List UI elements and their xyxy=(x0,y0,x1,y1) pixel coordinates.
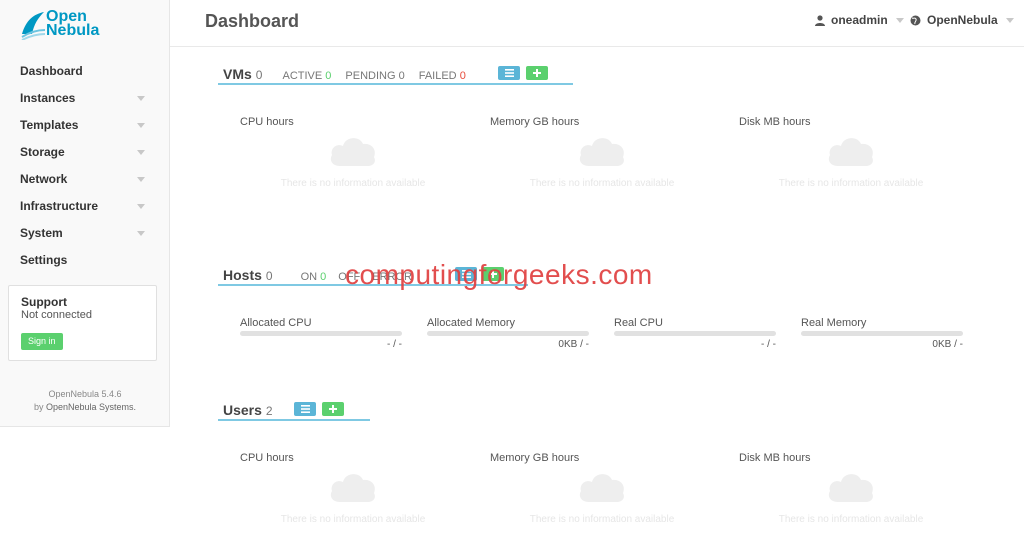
chevron-down-icon xyxy=(137,150,145,155)
users-add-button[interactable] xyxy=(322,402,344,416)
sidebar-item-dashboard[interactable]: Dashboard xyxy=(0,58,170,85)
vms-disk-hours-label: Disk MB hours xyxy=(739,116,811,128)
cloud-icon xyxy=(828,474,873,502)
vms-disk-hours-empty: There is no information available xyxy=(778,178,924,189)
chevron-down-icon xyxy=(137,231,145,236)
users-cpu-hours-label: CPU hours xyxy=(240,452,294,464)
user-icon xyxy=(815,14,825,26)
users-cpu-hours-empty: There is no information available xyxy=(280,514,426,525)
plus-icon xyxy=(533,69,541,77)
support-title: Support xyxy=(21,295,67,309)
real-memory-value: 0KB / - xyxy=(932,339,963,350)
sidebar-item-settings[interactable]: Settings xyxy=(0,247,170,274)
vms-failed-stat[interactable]: FAILED 0 xyxy=(419,70,466,82)
allocated-memory-value: 0KB / - xyxy=(558,339,589,350)
allocated-memory-bar xyxy=(427,331,589,336)
vms-cpu-hours-label: CPU hours xyxy=(240,116,294,128)
allocated-cpu-bar xyxy=(240,331,402,336)
users-disk-hours-empty: There is no information available xyxy=(778,514,924,525)
hosts-on-stat[interactable]: ON 0 xyxy=(301,271,327,283)
vms-header: VMs 0 ACTIVE 0 PENDING 0 FAILED 0 xyxy=(223,66,466,82)
opennebula-systems-link[interactable]: OpenNebula Systems. xyxy=(46,402,136,412)
sidebar-item-system[interactable]: System xyxy=(0,220,170,247)
page-title: Dashboard xyxy=(205,11,300,31)
vms-cpu-hours-empty: There is no information available xyxy=(280,178,426,189)
cloud-icon xyxy=(579,138,624,166)
users-header: Users 2 xyxy=(223,402,273,418)
list-icon xyxy=(300,405,310,413)
watermark-text: computingforgeeks.com xyxy=(345,259,653,290)
nebula-logo-icon xyxy=(21,12,46,40)
cloud-icon xyxy=(828,138,873,166)
real-memory-label: Real Memory xyxy=(801,317,867,329)
chevron-down-icon xyxy=(137,96,145,101)
allocated-cpu-value: - / - xyxy=(387,339,402,350)
chevron-down-icon xyxy=(137,204,145,209)
vms-count: 0 xyxy=(255,68,263,82)
sidebar-item-infrastructure[interactable]: Infrastructure xyxy=(0,193,170,220)
version-info: OpenNebula 5.4.6 by OpenNebula Systems. xyxy=(33,389,137,412)
vms-memory-hours-label: Memory GB hours xyxy=(490,116,580,128)
vms-memory-hours-empty: There is no information available xyxy=(529,178,675,189)
real-cpu-bar xyxy=(614,331,776,336)
list-icon xyxy=(504,69,514,77)
user-menu[interactable]: oneadmin xyxy=(815,13,904,27)
vms-pending-stat[interactable]: PENDING 0 xyxy=(345,70,404,82)
allocated-memory-label: Allocated Memory xyxy=(427,317,516,329)
cloud-icon xyxy=(330,474,375,502)
users-disk-hours-label: Disk MB hours xyxy=(739,452,811,464)
sidebar-item-instances[interactable]: Instances xyxy=(0,85,170,112)
real-memory-bar xyxy=(801,331,963,336)
sidebar-item-templates[interactable]: Templates xyxy=(0,112,170,139)
sidebar: Open Nebula Dashboard Instances Template… xyxy=(0,0,170,427)
zone-menu[interactable]: OpenNebula xyxy=(910,13,1014,27)
vms-active-stat[interactable]: ACTIVE 0 xyxy=(282,70,331,82)
vms-add-button[interactable] xyxy=(526,66,548,80)
chevron-down-icon xyxy=(137,123,145,128)
sign-in-button[interactable]: Sign in xyxy=(21,333,63,350)
sidebar-item-network[interactable]: Network xyxy=(0,166,170,193)
users-title[interactable]: Users xyxy=(223,402,262,418)
support-status: Not connected xyxy=(21,309,92,321)
globe-icon xyxy=(910,15,921,25)
users-list-button[interactable] xyxy=(294,402,316,416)
hosts-title[interactable]: Hosts xyxy=(223,267,262,283)
allocated-cpu-label: Allocated CPU xyxy=(240,317,312,329)
real-cpu-value: - / - xyxy=(761,339,776,350)
cloud-icon xyxy=(330,138,375,166)
users-memory-hours-label: Memory GB hours xyxy=(490,452,580,464)
users-memory-hours-empty: There is no information available xyxy=(529,514,675,525)
vms-list-button[interactable] xyxy=(498,66,520,80)
vms-underline xyxy=(218,83,573,85)
cloud-icon xyxy=(579,474,624,502)
logo-text: Open Nebula xyxy=(46,8,100,39)
vms-title[interactable]: VMs xyxy=(223,66,252,82)
topbar-divider xyxy=(170,46,1024,47)
chevron-down-icon xyxy=(895,17,904,23)
support-panel: Support Not connected Sign in xyxy=(8,285,157,361)
users-count: 2 xyxy=(265,404,273,418)
opennebula-logo[interactable]: Open Nebula xyxy=(20,8,120,44)
chevron-down-icon xyxy=(137,177,145,182)
sidebar-item-storage[interactable]: Storage xyxy=(0,139,170,166)
sidebar-menu: Dashboard Instances Templates Storage Ne… xyxy=(0,58,170,274)
users-underline xyxy=(218,419,370,421)
real-cpu-label: Real CPU xyxy=(614,317,663,329)
chevron-down-icon xyxy=(1005,17,1014,23)
plus-icon xyxy=(329,405,337,413)
hosts-count: 0 xyxy=(265,269,273,283)
